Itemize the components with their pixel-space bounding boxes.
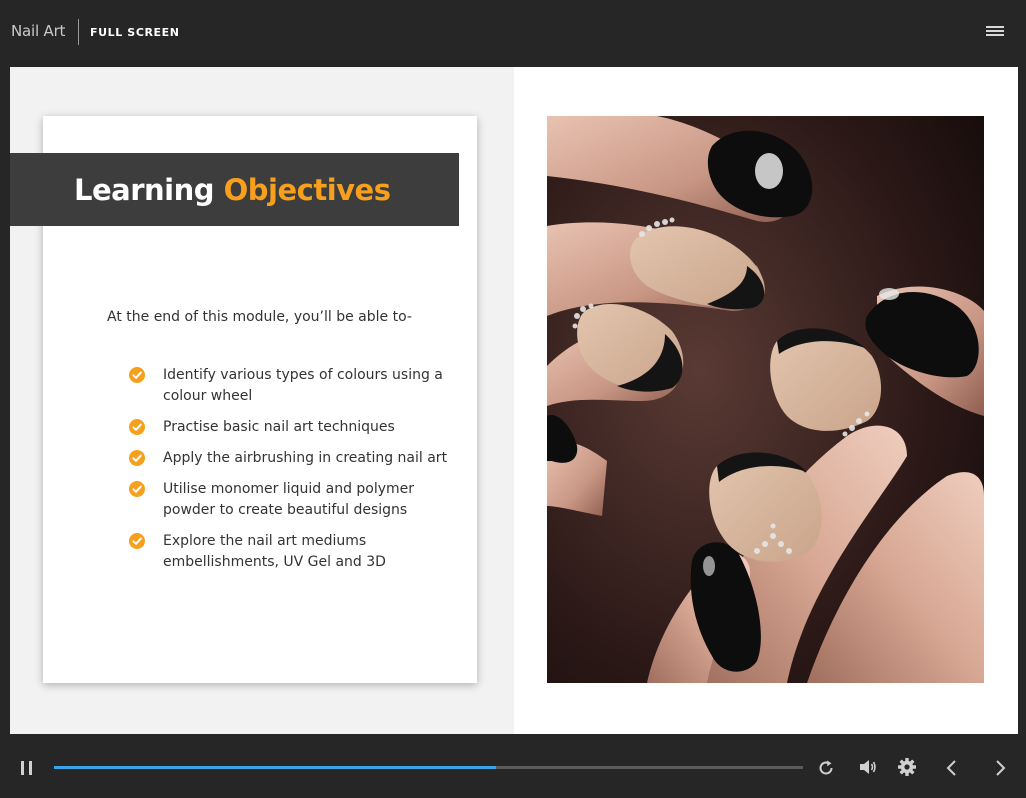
- list-item: Identify various types of colours using …: [129, 365, 469, 407]
- full-screen-button[interactable]: FULL SCREEN: [90, 26, 180, 39]
- title-divider: [78, 19, 79, 45]
- course-title: Nail Art: [11, 22, 66, 40]
- volume-icon[interactable]: [858, 758, 878, 776]
- replay-icon[interactable]: [817, 759, 835, 777]
- slide-canvas: At the end of this module, you’ll be abl…: [10, 67, 1018, 734]
- gear-icon[interactable]: [897, 757, 917, 777]
- menu-icon[interactable]: [986, 26, 1004, 38]
- objectives-list: Identify various types of colours using …: [129, 365, 469, 583]
- page-title: Learning Objectives: [74, 173, 391, 207]
- check-icon: [129, 367, 145, 383]
- chevron-right-icon[interactable]: [992, 759, 1008, 777]
- top-bar: Nail Art FULL SCREEN: [0, 0, 1026, 67]
- progress-bar[interactable]: [54, 766, 803, 769]
- pause-icon[interactable]: [21, 761, 33, 775]
- title-banner: Learning Objectives: [10, 153, 459, 226]
- list-item: Utilise monomer liquid and polymer powde…: [129, 479, 469, 521]
- title-primary: Learning: [74, 173, 215, 207]
- objective-text: Explore the nail art mediums embellishme…: [163, 533, 386, 570]
- objective-text: Practise basic nail art techniques: [163, 419, 395, 435]
- progress-fill: [54, 766, 496, 769]
- check-icon: [129, 533, 145, 549]
- objective-text: Utilise monomer liquid and polymer powde…: [163, 481, 415, 518]
- chevron-left-icon[interactable]: [944, 759, 960, 777]
- nail-art-photo: [547, 116, 984, 683]
- player-controls: [0, 734, 1026, 798]
- objective-text: Apply the airbrushing in creating nail a…: [163, 450, 448, 466]
- title-accent: Objectives: [223, 173, 391, 207]
- objective-text: Identify various types of colours using …: [163, 367, 443, 404]
- list-item: Practise basic nail art techniques: [129, 417, 469, 438]
- intro-text: At the end of this module, you’ll be abl…: [107, 309, 412, 325]
- list-item: Explore the nail art mediums embellishme…: [129, 531, 469, 573]
- check-icon: [129, 419, 145, 435]
- check-icon: [129, 481, 145, 497]
- check-icon: [129, 450, 145, 466]
- list-item: Apply the airbrushing in creating nail a…: [129, 448, 469, 469]
